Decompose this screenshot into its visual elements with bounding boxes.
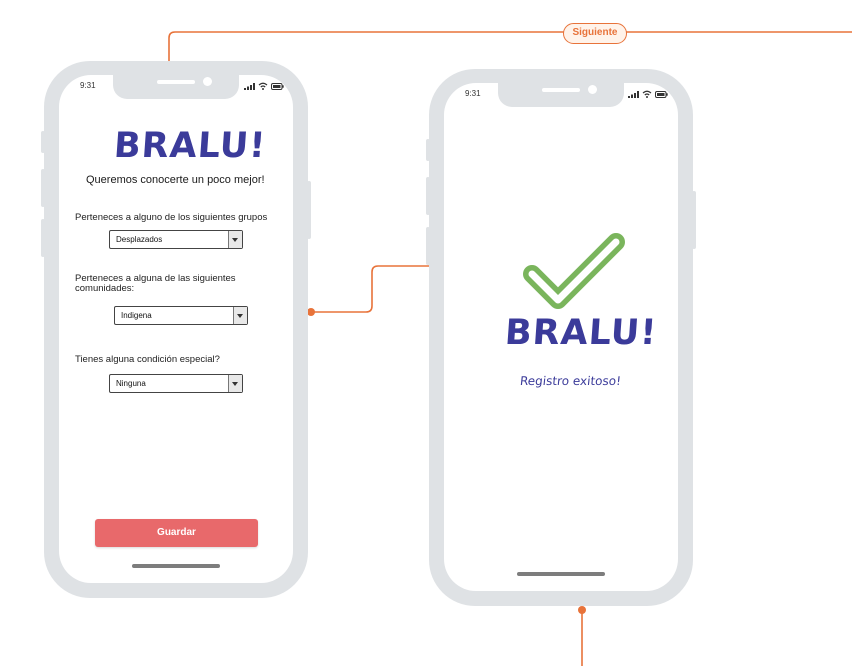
side-button	[41, 131, 45, 153]
question-communities-label: Perteneces a alguna de las siguientes co…	[75, 273, 236, 294]
signal-icon	[628, 91, 639, 98]
groups-select[interactable]: Desplazados	[109, 230, 243, 249]
status-icons	[244, 82, 284, 90]
camera	[203, 77, 212, 86]
side-button	[426, 139, 430, 161]
page-subtitle: Queremos conocerte un poco mejor!	[86, 174, 265, 186]
connector-siguiente-line	[168, 31, 852, 62]
side-button	[307, 181, 311, 239]
home-indicator	[132, 564, 220, 568]
side-button	[41, 219, 45, 257]
speaker	[542, 88, 580, 92]
success-message: Registro exitoso!	[519, 374, 622, 388]
connector-dot-form	[307, 308, 315, 316]
notch	[113, 75, 239, 99]
speaker	[157, 80, 195, 84]
connector-form-to-success	[311, 265, 430, 313]
communities-select-value: Indigena	[121, 311, 152, 320]
question-condition-label: Tienes alguna condición especial?	[75, 354, 220, 365]
chevron-down-icon[interactable]	[228, 231, 242, 248]
connector-dot-success	[578, 606, 586, 614]
brand-logo: BRALU!	[112, 126, 268, 166]
battery-icon	[655, 91, 668, 98]
wifi-icon	[642, 90, 652, 98]
chevron-down-icon[interactable]	[228, 375, 242, 392]
groups-select-value: Desplazados	[116, 235, 163, 244]
brand-logo: BRALU!	[503, 313, 659, 353]
side-button	[426, 177, 430, 215]
status-time: 9:31	[465, 89, 481, 98]
prototype-canvas: Siguiente 9:31 BRALU! Queremos conocerte…	[0, 0, 852, 666]
condition-select-value: Ninguna	[116, 379, 146, 388]
wifi-icon	[258, 82, 268, 90]
chevron-down-icon[interactable]	[233, 307, 247, 324]
siguiente-connector-label[interactable]: Siguiente	[563, 23, 627, 44]
checkmark-icon	[523, 233, 625, 309]
condition-select[interactable]: Ninguna	[109, 374, 243, 393]
notch	[498, 83, 624, 107]
status-icons	[628, 90, 668, 98]
battery-icon	[271, 83, 284, 90]
question-groups-label: Perteneces a alguno de los siguientes gr…	[75, 212, 268, 223]
signal-icon	[244, 83, 255, 90]
camera	[588, 85, 597, 94]
side-button	[41, 169, 45, 207]
side-button	[426, 227, 430, 265]
communities-select[interactable]: Indigena	[114, 306, 248, 325]
status-time: 9:31	[80, 81, 96, 90]
side-button	[692, 191, 696, 249]
save-button[interactable]: Guardar	[95, 519, 258, 547]
home-indicator	[517, 572, 605, 576]
